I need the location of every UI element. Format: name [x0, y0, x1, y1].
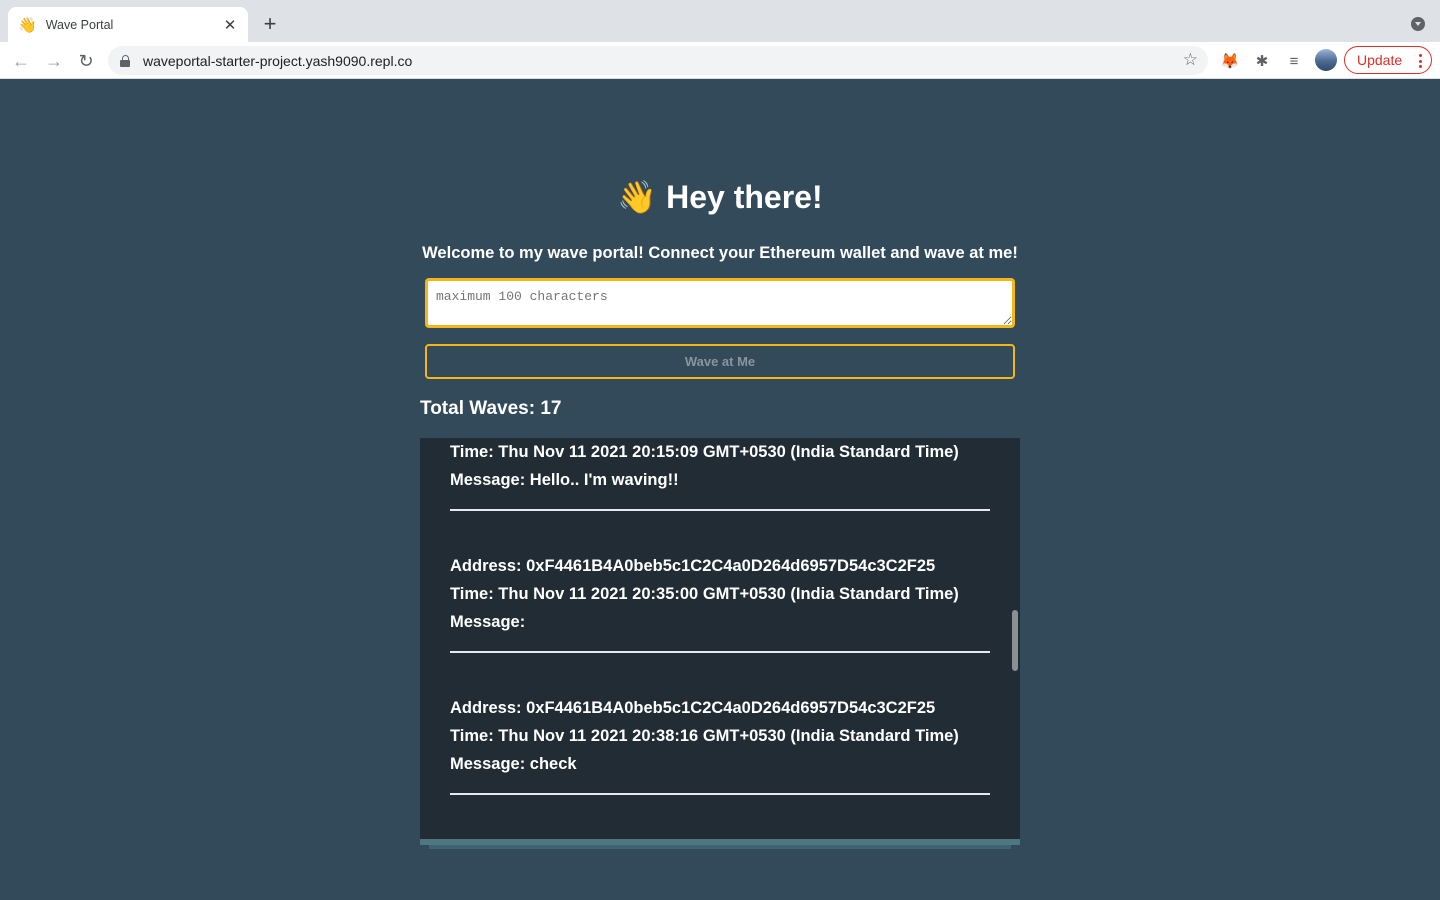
tab-search-chevron-icon[interactable]: [1411, 17, 1425, 31]
wave-divider: [450, 651, 990, 653]
bio-text: Welcome to my wave portal! Connect your …: [422, 244, 1018, 262]
wave-entry: Time: Thu Nov 11 2021 20:15:09 GMT+0530 …: [450, 438, 990, 511]
wave-hand-favicon-icon: 👋: [18, 16, 37, 34]
wave-message: Message: Hello.. I'm waving!!: [450, 471, 679, 489]
wave-message: Message: check: [450, 755, 577, 773]
profile-avatar[interactable]: [1315, 49, 1337, 71]
tab-title: Wave Portal: [45, 17, 114, 32]
browser-tab[interactable]: 👋 Wave Portal ✕: [8, 7, 248, 42]
reload-icon[interactable]: ↻: [75, 50, 97, 72]
wave-entry: Address: 0xF4461B4A0beb5c1C2C4a0D264d695…: [450, 694, 990, 795]
new-tab-icon[interactable]: +: [258, 11, 282, 36]
close-tab-icon[interactable]: ✕: [222, 17, 238, 34]
address-bar[interactable]: waveportal-starter-project.yash9090.repl…: [108, 46, 1208, 75]
wave-time: Time: Thu Nov 11 2021 20:15:09 GMT+0530 …: [450, 443, 959, 461]
wave-time: Time: Thu Nov 11 2021 20:38:16 GMT+0530 …: [450, 727, 959, 745]
waves-list-bottom-shadow: [429, 845, 1011, 849]
browser-tab-strip: 👋 Wave Portal ✕ +: [0, 0, 1440, 42]
wave-address: Address: 0xF4461B4A0beb5c1C2C4a0D264d695…: [450, 557, 936, 575]
waves-list[interactable]: Time: Thu Nov 11 2021 20:15:09 GMT+0530 …: [420, 438, 1020, 839]
wave-entry: Address: 0xF4461B4A0beb5c1C2C4a0D264d695…: [450, 552, 990, 653]
message-input[interactable]: [425, 278, 1015, 328]
media-queue-icon[interactable]: ≡: [1284, 51, 1304, 71]
back-arrow-icon[interactable]: ←: [10, 50, 32, 72]
metamask-fox-icon[interactable]: 🦊: [1220, 51, 1240, 71]
bookmark-star-icon[interactable]: ☆: [1183, 50, 1198, 70]
wave-divider: [450, 509, 990, 511]
forward-arrow-icon[interactable]: →: [43, 50, 65, 72]
lock-icon: [120, 54, 130, 67]
wave-divider: [450, 793, 990, 795]
page-title: 👋 Hey there!: [420, 178, 1020, 216]
wave-message: Message:: [450, 613, 526, 631]
page-title-text: Hey there!: [666, 179, 823, 215]
kebab-menu-icon[interactable]: [1419, 54, 1422, 68]
total-waves-count: Total Waves: 17: [420, 398, 562, 419]
waves-list-scrollbar[interactable]: [1012, 610, 1018, 671]
url-text: waveportal-starter-project.yash9090.repl…: [143, 52, 413, 69]
update-button[interactable]: Update: [1344, 46, 1432, 74]
extensions-puzzle-icon[interactable]: ✱: [1252, 51, 1272, 71]
wave-time: Time: Thu Nov 11 2021 20:35:00 GMT+0530 …: [450, 585, 959, 603]
update-label: Update: [1357, 52, 1403, 68]
wave-button[interactable]: Wave at Me: [425, 344, 1015, 379]
wave-hand-icon: 👋: [617, 179, 658, 215]
browser-toolbar: ← → ↻ waveportal-starter-project.yash909…: [0, 42, 1440, 79]
wave-address: Address: 0xF4461B4A0beb5c1C2C4a0D264d695…: [450, 699, 936, 717]
